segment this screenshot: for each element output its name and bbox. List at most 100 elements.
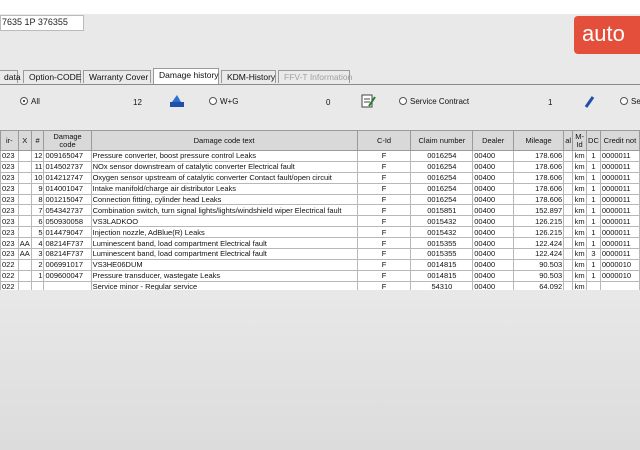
table-cell: 1	[586, 182, 601, 195]
wrench-icon	[584, 96, 595, 108]
table-cell: 00400	[472, 204, 515, 217]
table-cell	[563, 248, 574, 260]
damage-history-grid: ir- X # Damage code Damage code text C-I…	[0, 130, 640, 293]
table-cell: F	[356, 193, 412, 206]
table-row[interactable]: 022 2 006991017 VS3HE06DUM F 0014815 00400 90.5…	[0, 258, 640, 271]
table-row[interactable]: 023 6 050930058 VS3LADKOO F 0015432 00400 126.2…	[0, 215, 640, 228]
tab-ffv-t-information[interactable]: FFV-T Information	[278, 70, 352, 83]
tab-data[interactable]: data	[0, 70, 21, 83]
table-cell	[17, 226, 32, 239]
table-cell	[17, 215, 32, 228]
table-cell: 0016254	[410, 171, 474, 184]
table-cell: 1	[586, 204, 601, 217]
table-cell: 0000011	[599, 226, 640, 239]
table-cell: 0000010	[599, 269, 640, 282]
table-row[interactable]: 023 12 009165047 Pressure converter, boost …	[0, 150, 640, 162]
label-service-contract: Service Contract	[410, 97, 470, 106]
column-header[interactable]: Credit not	[599, 130, 640, 151]
table-row[interactable]: 023 AA 3 08214F737 Luminescent band, load co…	[0, 248, 640, 260]
radio-se[interactable]	[620, 97, 628, 105]
table-cell: Pressure transducer, wastegate Leaks	[90, 269, 358, 282]
table-cell	[563, 226, 574, 239]
column-header[interactable]: #	[30, 130, 45, 151]
table-cell: 00400	[472, 150, 515, 162]
table-cell: 1	[586, 258, 601, 271]
tab-kdm-history[interactable]: KDM-History	[221, 70, 276, 83]
table-cell: F	[356, 182, 412, 195]
table-row[interactable]: 023 9 014001047 Intake manifold/charge air …	[0, 182, 640, 195]
table-cell	[17, 269, 32, 282]
column-header[interactable]: al	[563, 130, 574, 151]
table-cell	[17, 160, 32, 173]
count-wg: 0	[326, 98, 331, 107]
column-header[interactable]: DC	[586, 130, 601, 151]
table-cell: 023	[0, 160, 19, 173]
table-cell: 178.606	[513, 150, 565, 162]
watermark-logo: auto	[574, 16, 640, 54]
column-header[interactable]: M-Id	[572, 130, 588, 151]
table-cell: 0016254	[410, 193, 474, 206]
table-cell: km	[572, 150, 588, 162]
table-cell: Oxygen sensor upstream of catalytic conv…	[90, 171, 358, 184]
label-se: Se	[631, 97, 640, 106]
table-cell: 0016254	[410, 150, 474, 162]
table-cell: 178.606	[513, 171, 565, 184]
table-cell	[17, 182, 32, 195]
table-cell: 178.606	[513, 193, 565, 206]
table-cell: 2	[30, 258, 45, 271]
column-header[interactable]: X	[17, 130, 32, 151]
table-cell	[563, 150, 574, 162]
table-cell: 0000011	[599, 237, 640, 250]
radio-all[interactable]	[20, 97, 28, 105]
radio-wg[interactable]	[209, 97, 217, 105]
column-header[interactable]: Damage code text	[90, 130, 358, 151]
tab-warranty-cover[interactable]: Warranty Cover	[83, 70, 151, 83]
table-cell: 014502737	[43, 160, 92, 173]
table-row[interactable]: 022 1 009600047 Pressure transducer, wasteg…	[0, 269, 640, 282]
column-header[interactable]: ir-	[0, 130, 19, 151]
table-row[interactable]: 023 11 014502737 NOx sensor downstream of c…	[0, 160, 640, 173]
table-cell: 0014815	[410, 269, 474, 282]
table-cell: 122.424	[513, 248, 565, 260]
table-cell: 0015432	[410, 226, 474, 239]
table-row[interactable]: 023 7 054342737 Combination switch, turn si…	[0, 204, 640, 217]
table-cell: F	[356, 258, 412, 271]
table-cell	[563, 193, 574, 206]
table-row[interactable]: 023 10 014212747 Oxygen sensor upstream of …	[0, 171, 640, 184]
table-cell: 023	[0, 215, 19, 228]
column-header[interactable]: Claim number	[410, 130, 474, 151]
table-cell: 1	[586, 237, 601, 250]
table-cell: Luminescent band, load compartment Elect…	[90, 248, 358, 260]
table-cell: 1	[586, 150, 601, 162]
table-cell: 0000011	[599, 171, 640, 184]
table-cell	[17, 204, 32, 217]
table-row[interactable]: 023 8 001215047 Connection fitting, cylinde…	[0, 193, 640, 206]
table-cell: F	[356, 215, 412, 228]
table-cell: 0014815	[410, 258, 474, 271]
table-cell: km	[572, 248, 588, 260]
table-cell: 1	[30, 269, 45, 282]
column-header[interactable]: C-Id	[356, 130, 412, 151]
table-header-row: ir- X # Damage code Damage code text C-I…	[0, 130, 640, 151]
vehicle-id-field[interactable]: 7635 1P 376355	[0, 15, 84, 31]
table-cell: 023	[0, 150, 19, 162]
column-header[interactable]: Dealer	[472, 130, 515, 151]
label-all: All	[31, 97, 40, 106]
table-cell	[563, 182, 574, 195]
table-cell: km	[572, 193, 588, 206]
column-header[interactable]: Mileage	[513, 130, 565, 151]
table-cell	[563, 269, 574, 282]
table-cell: km	[572, 182, 588, 195]
table-row[interactable]: 023 5 014479047 Injection nozzle, AdBlue(R)…	[0, 226, 640, 239]
tab-option-code[interactable]: Option-CODE	[23, 70, 81, 83]
vin-text: 7635 1P 376355	[2, 17, 68, 27]
document-pen-icon	[361, 94, 376, 108]
column-header[interactable]: Damage code	[43, 130, 92, 151]
table-cell: 12	[30, 150, 45, 162]
table-cell: 0016254	[410, 160, 474, 173]
tab-damage-history[interactable]: Damage history	[153, 68, 219, 84]
radio-service-contract[interactable]	[399, 97, 407, 105]
table-cell: km	[572, 171, 588, 184]
table-cell: 1	[586, 226, 601, 239]
table-row[interactable]: 023 AA 4 08214F737 Luminescent band, load co…	[0, 237, 640, 250]
